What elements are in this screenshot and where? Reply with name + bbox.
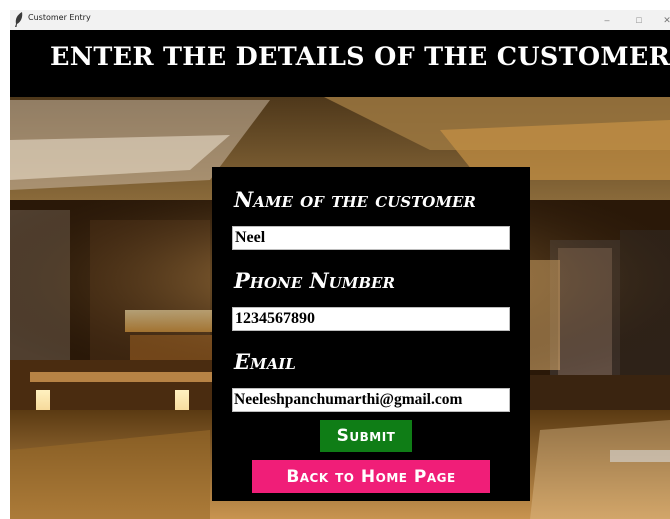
customer-form-panel: Name of the customer Phone Number Email …	[212, 167, 530, 501]
back-to-home-button[interactable]: Back to Home Page	[252, 460, 490, 493]
feather-icon	[15, 12, 23, 27]
maximize-button[interactable]: □	[630, 12, 648, 28]
customer-name-label: Name of the customer	[234, 187, 476, 212]
window-title: Customer Entry	[28, 13, 91, 22]
email-label: Email	[234, 349, 296, 374]
header-banner: ENTER THE DETAILS OF THE CUSTOMER	[10, 30, 670, 97]
minimize-button[interactable]: –	[598, 12, 616, 28]
phone-number-label: Phone Number	[234, 268, 395, 293]
page-title: ENTER THE DETAILS OF THE CUSTOMER	[50, 42, 670, 72]
submit-button[interactable]: Submit	[320, 420, 412, 452]
customer-name-input[interactable]	[232, 226, 510, 250]
email-input[interactable]	[232, 388, 510, 412]
phone-number-input[interactable]	[232, 307, 510, 331]
window-titlebar: Customer Entry – □ ✕	[10, 10, 670, 30]
close-button[interactable]: ✕	[658, 12, 670, 28]
